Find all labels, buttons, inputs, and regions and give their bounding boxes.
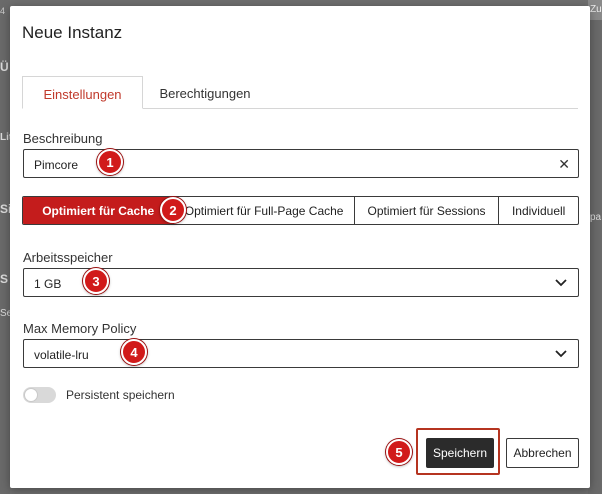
- step-marker: 2: [160, 197, 186, 223]
- memory-policy-label: Max Memory Policy: [23, 321, 137, 336]
- cache-mode-sessions[interactable]: Optimiert für Sessions: [355, 197, 500, 224]
- step-marker: 5: [386, 439, 412, 465]
- persistent-toggle-row: Persistent speichern: [23, 386, 175, 404]
- memory-policy-value: volatile-lru: [34, 348, 89, 362]
- chevron-down-icon: [555, 279, 567, 287]
- persistent-toggle[interactable]: [23, 387, 56, 403]
- description-label: Beschreibung: [23, 131, 103, 146]
- background-top-right-fragment: Zu: [588, 0, 602, 20]
- step-marker: 4: [121, 339, 147, 365]
- toggle-knob: [24, 388, 38, 402]
- dialog-title: Neue Instanz: [22, 23, 123, 42]
- background-fragment: pa: [590, 212, 602, 223]
- cache-mode-cache[interactable]: Optimiert für Cache: [23, 197, 175, 224]
- background-right-edge: [588, 0, 602, 494]
- tab-permissions[interactable]: Berechtigungen: [143, 76, 267, 109]
- memory-policy-select[interactable]: volatile-lru: [23, 339, 579, 368]
- description-value: Pimcore: [34, 158, 79, 172]
- step-marker: 3: [83, 268, 109, 294]
- cache-mode-selector: Optimiert für Cache Optimiert für Full-P…: [22, 196, 579, 225]
- persistent-label: Persistent speichern: [66, 388, 175, 402]
- cancel-button[interactable]: Abbrechen: [506, 438, 579, 468]
- background-left-edge: [0, 0, 10, 494]
- close-icon[interactable]: ✕: [558, 156, 570, 173]
- cache-mode-full-page[interactable]: Optimiert für Full-Page Cache: [174, 197, 355, 224]
- save-button[interactable]: Speichern: [426, 438, 494, 468]
- memory-value: 1 GB: [34, 277, 62, 291]
- tab-settings[interactable]: Einstellungen: [22, 76, 143, 109]
- chevron-down-icon: [555, 350, 567, 358]
- cache-mode-custom[interactable]: Individuell: [499, 197, 578, 224]
- tab-bar: Einstellungen Berechtigungen: [22, 76, 578, 109]
- background-fragment: S: [0, 272, 9, 286]
- background-fragment: 4: [0, 6, 6, 16]
- memory-label: Arbeitsspeicher: [23, 250, 113, 265]
- step-marker: 1: [97, 149, 123, 175]
- background-fragment: Ü: [0, 60, 9, 74]
- new-instance-dialog: Neue Instanz Einstellungen Berechtigunge…: [10, 6, 590, 488]
